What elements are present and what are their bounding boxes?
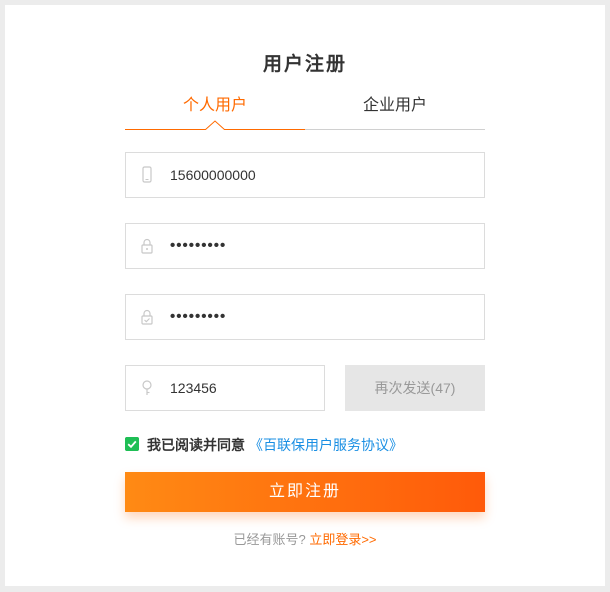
phone-input[interactable]: 15600000000 — [170, 153, 256, 197]
sms-code-field[interactable]: 123456 — [125, 365, 325, 411]
login-link[interactable]: 立即登录>> — [309, 532, 376, 547]
mobile-phone-icon — [142, 166, 152, 183]
register-card: 用户注册 个人用户 企业用户 15600000000 ••••••••• ••• — [5, 5, 605, 586]
page-title: 用户注册 — [262, 54, 347, 75]
confirm-password-input[interactable]: ••••••••• — [170, 295, 226, 339]
tab-enterprise-user[interactable]: 企业用户 — [305, 91, 485, 115]
tab-caret-icon — [205, 120, 225, 130]
login-prompt: 已经有账号? 立即登录>> — [5, 529, 605, 548]
user-type-tabs: 个人用户 企业用户 — [125, 85, 485, 130]
password-input[interactable]: ••••••••• — [170, 224, 226, 268]
bulb-key-icon — [142, 380, 152, 395]
lock-icon — [141, 238, 153, 254]
tab-personal-user[interactable]: 个人用户 — [125, 91, 305, 115]
phone-field[interactable]: 15600000000 — [125, 152, 485, 198]
resend-code-button[interactable]: 再次发送(47) — [345, 365, 485, 411]
service-agreement-link[interactable]: 《百联保用户服务协议》 — [249, 435, 403, 455]
agreement-checkbox[interactable] — [125, 437, 139, 451]
lock-check-icon — [141, 309, 153, 325]
has-account-text: 已经有账号? — [233, 532, 306, 547]
agreement-text: 我已阅读并同意 — [147, 437, 245, 453]
confirm-password-field[interactable]: ••••••••• — [125, 294, 485, 340]
password-field[interactable]: ••••••••• — [125, 223, 485, 269]
register-submit-button[interactable]: 立即注册 — [125, 472, 485, 512]
sms-code-input[interactable]: 123456 — [170, 366, 217, 410]
